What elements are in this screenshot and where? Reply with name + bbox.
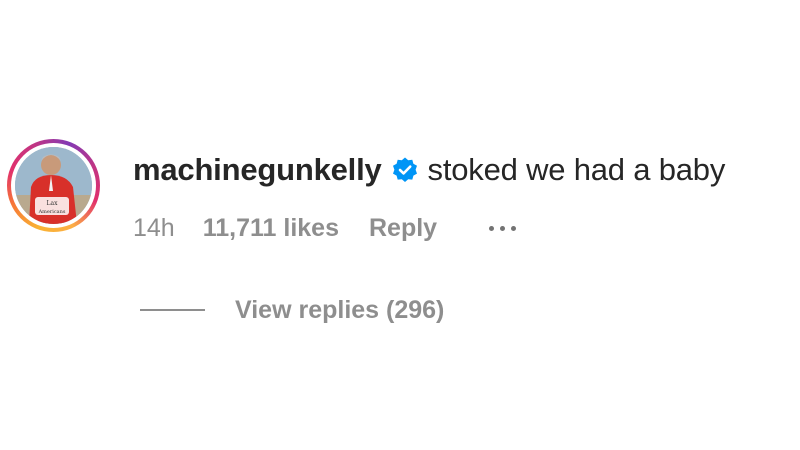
avatar[interactable]: Lax Americans [15, 147, 92, 224]
comment-text: stoked we had a baby [427, 152, 726, 187]
svg-text:Lax: Lax [47, 200, 59, 207]
avatar-ring-gap: Lax Americans [11, 143, 96, 228]
comment-meta: 14h 11,711 likes Reply [133, 210, 517, 246]
dot [500, 225, 506, 231]
avatar-story-ring[interactable]: Lax Americans [7, 139, 100, 232]
avatar-image: Lax Americans [15, 147, 92, 224]
timestamp[interactable]: 14h [133, 214, 175, 243]
more-options-icon[interactable] [489, 218, 517, 238]
svg-text:Americans: Americans [38, 209, 66, 215]
view-replies-button[interactable]: View replies (296) [140, 292, 444, 328]
dot [489, 225, 495, 231]
comment: Lax Americans machinegunkelly stoked we … [0, 0, 800, 450]
verified-badge-icon [391, 156, 419, 184]
reply-button[interactable]: Reply [369, 214, 437, 243]
replies-divider-line [140, 309, 205, 311]
likes-count[interactable]: 11,711 likes [203, 214, 339, 243]
dot [511, 225, 517, 231]
view-replies-label: View replies (296) [235, 295, 445, 324]
comment-line: machinegunkelly stoked we had a baby [133, 148, 725, 192]
username[interactable]: machinegunkelly [133, 152, 382, 188]
